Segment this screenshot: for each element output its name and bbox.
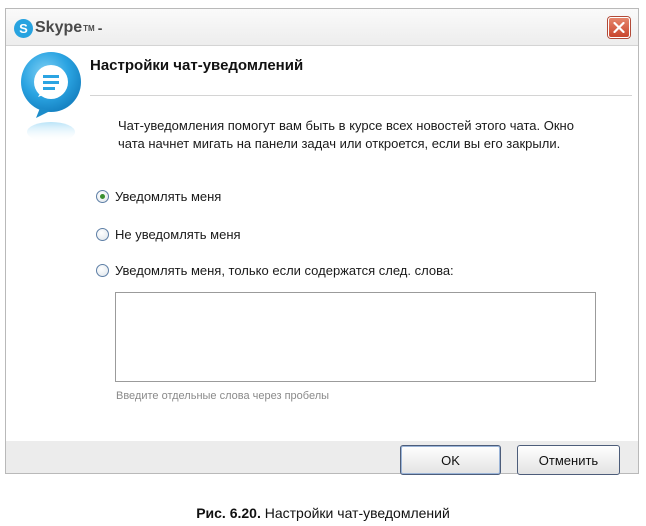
title-bar[interactable]: S Skype TM - (6, 9, 638, 46)
radio-label: Уведомлять меня, только если содержатся … (115, 262, 454, 278)
cancel-button[interactable]: Отменить (517, 445, 620, 475)
radio-label: Уведомлять меня (115, 188, 222, 204)
dialog-header (6, 46, 638, 110)
figure-caption: Рис. 6.20. Настройки чат-уведомлений (0, 505, 646, 521)
app-logo: S Skype TM - (14, 18, 102, 38)
header-divider (90, 95, 632, 96)
skype-logo-icon: S (14, 18, 33, 38)
radio-button-checked[interactable] (96, 189, 109, 203)
radio-button[interactable] (96, 227, 109, 241)
keywords-hint: Введите отдельные слова через пробелы (116, 390, 330, 402)
description-line: чата начнет мигать на панели задач или о… (118, 136, 561, 151)
close-button[interactable] (608, 17, 630, 38)
figure-caption-text: Настройки чат-уведомлений (264, 505, 450, 521)
ok-button[interactable]: OK (400, 445, 501, 475)
app-name: Skype (35, 19, 83, 36)
app-trademark: TM (83, 23, 95, 33)
radio-dont-notify[interactable]: Не уведомлять меня (96, 225, 241, 243)
description-line: Чат-уведомления помогут вам быть в курсе… (118, 118, 574, 133)
radio-notify-keywords[interactable]: Уведомлять меня, только если содержатся … (96, 261, 454, 279)
chat-bubble-icon (21, 52, 81, 142)
radio-notify-me[interactable]: Уведомлять меня (96, 187, 221, 205)
keywords-textarea[interactable] (115, 292, 596, 382)
window-title-suffix: - (97, 20, 103, 36)
figure-number: Рис. 6.20. (196, 505, 261, 521)
radio-label: Не уведомлять меня (115, 226, 241, 242)
description-text: Чат-уведомления помогут вам быть в курсе… (118, 117, 598, 153)
close-icon (613, 22, 625, 33)
radio-button[interactable] (96, 263, 109, 277)
page-title: Настройки чат-уведомлений (90, 57, 304, 74)
